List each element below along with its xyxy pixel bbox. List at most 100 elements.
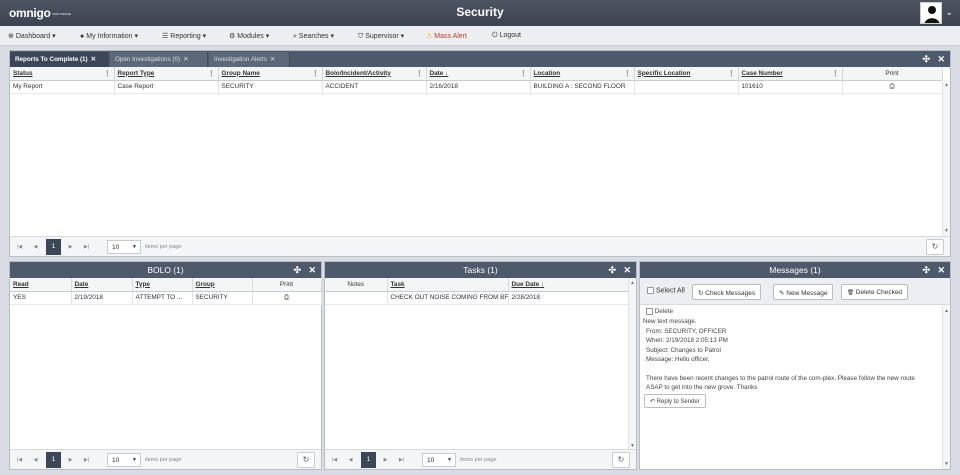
column-menu-icon[interactable]: ⋮ (312, 69, 318, 77)
check-messages-button[interactable]: ↻ Check Messages (692, 284, 762, 300)
reply-to-sender-button[interactable]: ↶ Reply to Sender (644, 394, 706, 408)
last-page-icon[interactable]: ▶| (81, 454, 92, 466)
page-size-select[interactable]: 10 ▼ (107, 453, 141, 467)
refresh-button[interactable]: ↻ (926, 239, 944, 255)
scrollbar[interactable]: ▲ ▼ (942, 80, 950, 236)
messages-panel: Messages (1) ✣ ✕ Select All ↻ Check Mess… (639, 261, 951, 470)
column-menu-icon[interactable]: ⋮ (520, 69, 526, 77)
move-icon[interactable]: ✣ (922, 54, 930, 65)
scrollbar[interactable]: ▲ ▼ (628, 278, 636, 451)
next-page-icon[interactable]: ▶ (65, 241, 76, 253)
column-header-print: Print (842, 67, 943, 81)
menu-dashboard[interactable]: ⊕ Dashboard ▾ (8, 32, 56, 40)
column-header-group[interactable]: Group (192, 278, 253, 292)
prev-page-icon[interactable]: ◀ (345, 454, 356, 466)
menu-mass-alert[interactable]: ⚠ Mass Alert (426, 32, 467, 40)
panel-title: BOLO (1) (147, 265, 184, 275)
column-header-read[interactable]: Read (10, 278, 72, 292)
close-icon[interactable]: ✕ (623, 265, 631, 276)
column-header-bolo-incident-activity[interactable]: Bolo/Incident/Activity ⋮ (322, 67, 427, 81)
main-menu: ⊕ Dashboard ▾ ● My Information ▾ ☰ Reportin… (0, 26, 960, 46)
prev-page-icon[interactable]: ◀ (30, 241, 41, 253)
page-size-select[interactable]: 10 ▼ (107, 240, 141, 254)
prev-page-icon[interactable]: ◀ (30, 454, 41, 466)
trash-icon: 🗑 (847, 290, 854, 296)
column-header-report-type[interactable]: Report Type ⋮ (114, 67, 219, 81)
tab-open-investigations[interactable]: Open Investigations (0) ✕ (110, 52, 208, 67)
panel-title: Tasks (1) (463, 265, 498, 275)
current-page[interactable]: 1 (46, 452, 61, 468)
last-page-icon[interactable]: ▶| (81, 241, 92, 253)
column-header-task[interactable]: Task (387, 278, 509, 292)
current-page[interactable]: 1 (361, 452, 376, 468)
column-header-specific-location[interactable]: Specific Location ⋮ (634, 67, 739, 81)
column-header-date[interactable]: Date ↓ ⋮ (426, 67, 531, 81)
first-page-icon[interactable]: |◀ (14, 454, 25, 466)
delete-toggle[interactable]: Delete (646, 308, 673, 315)
refresh-icon: ↻ (698, 290, 704, 297)
page-size-select[interactable]: 10 ▼ (422, 453, 456, 467)
print-icon[interactable]: ⎙ (842, 80, 943, 94)
column-menu-icon[interactable]: ⋮ (728, 69, 734, 77)
close-icon[interactable]: ✕ (91, 56, 96, 63)
select-all[interactable]: Select All (647, 287, 685, 294)
tab-investigation-alerts[interactable]: Investigation Alerts ✕ (209, 52, 290, 67)
column-header-date[interactable]: Date (71, 278, 133, 292)
move-icon[interactable]: ✣ (608, 265, 616, 276)
reports-table: Status ⋮ Report Type ⋮ Group Name ⋮ Bolo/In… (10, 67, 943, 94)
new-message-button[interactable]: ✎ New Message (773, 284, 834, 300)
first-page-icon[interactable]: |◀ (329, 454, 340, 466)
reports-panel-header: Reports To Complete (1) ✕ Open Investigat… (10, 51, 950, 67)
close-icon[interactable]: ✕ (937, 54, 945, 65)
column-header-case-number[interactable]: Case Number ⋮ (738, 67, 843, 81)
column-menu-icon[interactable]: ⋮ (208, 69, 214, 77)
close-icon[interactable]: ✕ (183, 56, 188, 63)
tab-reports-to-complete[interactable]: Reports To Complete (1) ✕ (10, 52, 109, 67)
scroll-up-icon[interactable]: ▲ (944, 308, 949, 314)
message-checkbox[interactable] (646, 308, 653, 315)
first-page-icon[interactable]: |◀ (14, 241, 25, 253)
current-page[interactable]: 1 (46, 239, 61, 255)
column-header-type[interactable]: Type (132, 278, 193, 292)
message-from: From: SECURITY, OFFICER (646, 328, 727, 335)
scroll-up-icon[interactable]: ▲ (630, 280, 635, 286)
next-page-icon[interactable]: ▶ (65, 454, 76, 466)
chevron-down-icon[interactable]: ⌄ (945, 7, 953, 18)
menu-my-information[interactable]: ● My Information ▾ (80, 32, 138, 40)
close-icon[interactable]: ✕ (937, 265, 945, 276)
close-icon[interactable]: ✕ (308, 265, 316, 276)
menu-searches[interactable]: ⌕ Searches ▾ (293, 32, 334, 41)
avatar[interactable] (920, 2, 942, 24)
scrollbar[interactable]: ▲ ▼ (942, 306, 950, 469)
delete-checked-button[interactable]: 🗑 Delete Checked (841, 284, 909, 300)
scroll-up-icon[interactable]: ▲ (944, 82, 949, 88)
menu-supervisor[interactable]: ⛉ Supervisor ▾ (358, 32, 404, 41)
close-icon[interactable]: ✕ (270, 56, 275, 63)
table-row[interactable]: YES 2/19/2018 ATTEMPT TO ... SECURITY ⎙ (10, 291, 322, 305)
column-menu-icon[interactable]: ⋮ (624, 69, 630, 77)
menu-modules[interactable]: ⚙ Modules ▾ (229, 32, 269, 40)
menu-reporting[interactable]: ☰ Reporting ▾ (162, 32, 206, 40)
last-page-icon[interactable]: ▶| (396, 454, 407, 466)
column-menu-icon[interactable]: ⋮ (832, 69, 838, 77)
column-header-location[interactable]: Location ⋮ (530, 67, 635, 81)
scroll-down-icon[interactable]: ▼ (944, 461, 949, 467)
column-header-due-date[interactable]: Due Date ↓ (508, 278, 629, 292)
refresh-button[interactable]: ↻ (612, 452, 630, 468)
table-row[interactable]: My Report Case Report SECURITY ACCIDENT … (10, 80, 943, 94)
next-page-icon[interactable]: ▶ (380, 454, 391, 466)
move-icon[interactable]: ✣ (922, 265, 930, 276)
column-header-group-name[interactable]: Group Name ⋮ (218, 67, 323, 81)
select-all-checkbox[interactable] (647, 287, 654, 294)
table-row[interactable]: CHECK OUT NOISE COMING FROM BF 2/28/2018 (325, 291, 629, 305)
column-header-status[interactable]: Status ⋮ (10, 67, 115, 81)
refresh-button[interactable]: ↻ (297, 452, 315, 468)
print-icon[interactable]: ⎙ (252, 291, 322, 305)
message-body-line1: There have been recent changes to the pa… (646, 375, 915, 382)
tasks-pager: |◀ ◀ 1 ▶ ▶| 10 ▼ items per page ↻ (325, 449, 636, 469)
column-menu-icon[interactable]: ⋮ (416, 69, 422, 77)
menu-logout[interactable]: ⏻ Logout (492, 32, 521, 40)
move-icon[interactable]: ✣ (293, 265, 301, 276)
column-menu-icon[interactable]: ⋮ (104, 69, 110, 77)
scroll-down-icon[interactable]: ▼ (944, 228, 949, 234)
